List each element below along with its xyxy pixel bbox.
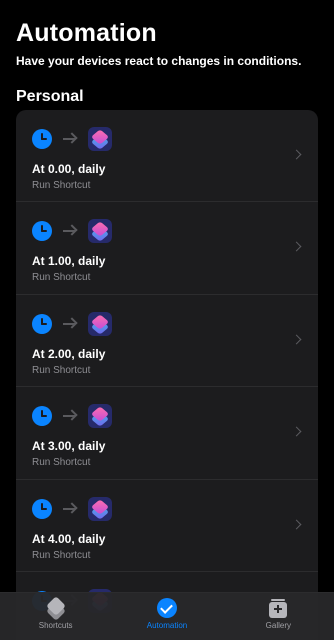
shortcuts-app-icon: [88, 496, 112, 521]
automation-icons: [32, 496, 318, 521]
page-subtitle: Have your devices react to changes in co…: [16, 54, 302, 68]
clock-icon: [32, 129, 52, 149]
automation-title: At 4.00, daily: [32, 531, 106, 546]
automation-icons: [32, 127, 318, 151]
arrow-right-icon: [62, 131, 78, 147]
shortcuts-app-icon: [88, 219, 112, 244]
arrow-right-icon: [62, 316, 78, 332]
automation-icons: [32, 404, 318, 429]
tab-bar: Shortcuts Automation Gallery: [0, 592, 334, 640]
page-title: Automation: [16, 19, 157, 47]
chevron-right-icon: [291, 149, 302, 160]
shortcuts-app-icon: [88, 404, 112, 429]
automation-action: Run Shortcut: [32, 457, 91, 469]
gallery-add-icon: [266, 597, 290, 619]
automation-screen: Automation Have your devices react to ch…: [0, 0, 334, 640]
stack-icon: [44, 596, 68, 621]
arrow-right-icon: [62, 501, 78, 517]
tab-shortcuts[interactable]: Shortcuts: [0, 593, 111, 640]
automation-title: At 1.00, daily: [32, 254, 106, 269]
tab-automation[interactable]: Automation: [111, 593, 222, 640]
section-title: Personal: [16, 88, 84, 105]
automation-action: Run Shortcut: [32, 549, 91, 561]
clock-icon: [32, 313, 52, 334]
clock-icon: [32, 498, 52, 519]
chevron-right-icon: [291, 519, 302, 530]
automation-list[interactable]: At 0.00, daily Run Shortcut At 1.00, dai…: [16, 110, 318, 640]
automation-icons: [32, 219, 318, 244]
tab-gallery[interactable]: Gallery: [223, 593, 334, 640]
clock-icon: [32, 406, 52, 427]
shortcuts-app-icon: [88, 127, 112, 151]
automation-icons: [32, 311, 318, 336]
automation-title: At 2.00, daily: [32, 346, 106, 361]
clock-icon: [32, 221, 52, 242]
automation-item[interactable]: At 4.00, daily Run Shortcut: [16, 480, 318, 572]
tab-label: Shortcuts: [38, 621, 73, 630]
automation-item[interactable]: At 2.00, daily Run Shortcut: [16, 295, 318, 388]
automation-item[interactable]: At 1.00, daily Run Shortcut: [16, 202, 318, 295]
shortcuts-app-icon: [88, 311, 112, 336]
automation-item[interactable]: At 0.00, daily Run Shortcut: [16, 110, 318, 203]
automation-title: At 0.00, daily: [32, 162, 106, 176]
automation-action: Run Shortcut: [32, 180, 91, 191]
automation-title: At 3.00, daily: [32, 439, 106, 454]
chevron-right-icon: [291, 241, 302, 252]
header: Automation Have your devices react to ch…: [0, 0, 334, 68]
tab-label: Gallery: [265, 621, 291, 630]
arrow-right-icon: [62, 223, 78, 239]
checkmark-circle-icon: [155, 597, 179, 619]
tab-label: Automation: [146, 621, 188, 630]
automation-action: Run Shortcut: [32, 272, 91, 284]
chevron-right-icon: [291, 334, 302, 345]
automation-item[interactable]: At 3.00, daily Run Shortcut: [16, 387, 318, 480]
automation-action: Run Shortcut: [32, 364, 91, 376]
arrow-right-icon: [62, 408, 78, 424]
chevron-right-icon: [291, 426, 302, 437]
